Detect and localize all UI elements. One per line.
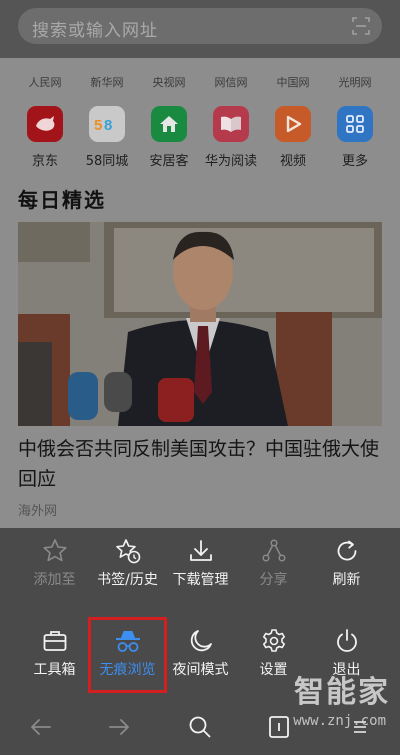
app-label: 安居客	[149, 154, 189, 169]
watermark: 智能家 www.znj.com	[267, 667, 392, 747]
address-bar-area: 搜索或输入网址	[0, 0, 400, 58]
watermark-url: www.znj.com	[293, 713, 386, 729]
download-manager-button[interactable]: 下载管理	[164, 538, 237, 590]
article-image[interactable]	[18, 222, 382, 426]
incognito-icon	[115, 631, 140, 652]
svg-text:5: 5	[94, 117, 102, 134]
grid-icon	[337, 106, 373, 142]
menu-label: 工具箱	[33, 662, 76, 678]
app-label: 华为阅读	[204, 154, 257, 169]
search-input[interactable]: 搜索或输入网址	[18, 8, 382, 44]
app-shortcuts: 京东 5 8 58同城 安居客 华为阅读 视频 更多	[0, 106, 400, 176]
add-to-button[interactable]: 添加至	[18, 538, 91, 590]
quick-link[interactable]: 中国网	[262, 74, 324, 94]
search-placeholder: 搜索或输入网址	[32, 21, 158, 41]
share-icon	[261, 539, 286, 562]
app-huawei-reading[interactable]: 华为阅读	[200, 106, 262, 176]
gear-icon	[262, 629, 285, 652]
article-headline[interactable]: 中俄会否共同反制美国攻击？中国驻俄大使回应	[18, 434, 382, 494]
menu-label: 无痕浏览	[99, 662, 156, 678]
menu-label: 添加至	[33, 572, 76, 588]
jd-dog-icon	[27, 106, 63, 142]
play-icon	[275, 106, 311, 142]
menu-label: 书签/历史	[97, 572, 158, 588]
back-arrow-icon[interactable]	[28, 714, 54, 740]
svg-text:8: 8	[104, 117, 112, 134]
app-video[interactable]: 视频	[262, 106, 324, 176]
app-58[interactable]: 5 8 58同城	[76, 106, 138, 176]
bookmark-history-icon	[115, 539, 140, 564]
night-mode-button[interactable]: 夜间模式	[164, 628, 237, 690]
quick-links: 人民网 新华网 央视网 网信网 中国网 光明网	[0, 74, 400, 94]
app-label: 视频	[279, 154, 306, 169]
toolbox-icon	[43, 631, 66, 651]
refresh-icon	[337, 540, 356, 561]
menu-row: 添加至 书签/历史 下载管理 分享 刷新	[0, 538, 400, 590]
moon-icon	[190, 630, 212, 652]
quick-link[interactable]: 央视网	[138, 74, 200, 94]
menu-label: 分享	[259, 572, 288, 588]
home-content: 人民网 新华网 央视网 网信网 中国网 光明网 京东 5 8 58同城 安居客 …	[0, 58, 400, 528]
app-more[interactable]: 更多	[324, 106, 386, 176]
menu-label: 刷新	[332, 572, 361, 588]
quick-link[interactable]: 新华网	[76, 74, 138, 94]
app-jd[interactable]: 京东	[14, 106, 76, 176]
menu-label: 下载管理	[172, 572, 229, 588]
quick-link[interactable]: 网信网	[200, 74, 262, 94]
quick-link[interactable]: 光明网	[324, 74, 386, 94]
power-icon	[336, 629, 357, 652]
house-icon	[151, 106, 187, 142]
quick-link[interactable]: 人民网	[14, 74, 76, 94]
book-icon	[213, 106, 249, 142]
app-label: 58同城	[85, 154, 129, 169]
scan-icon[interactable]	[352, 17, 370, 35]
menu-label: 夜间模式	[172, 662, 229, 678]
toolbox-button[interactable]: 工具箱	[18, 628, 91, 690]
star-icon	[42, 539, 67, 562]
watermark-text: 智能家	[294, 675, 390, 710]
app-label: 更多	[341, 154, 368, 169]
section-title: 每日精选	[18, 188, 106, 212]
app-anjuke[interactable]: 安居客	[138, 106, 200, 176]
search-icon[interactable]	[187, 714, 213, 740]
refresh-button[interactable]: 刷新	[310, 538, 383, 590]
forward-arrow-icon[interactable]	[106, 714, 132, 740]
article-source: 海外网	[18, 504, 58, 519]
download-icon	[189, 540, 212, 561]
app-label: 京东	[31, 154, 58, 169]
incognito-browsing-button[interactable]: 无痕浏览	[88, 617, 167, 693]
share-button[interactable]: 分享	[237, 538, 310, 590]
58-logo-icon: 5 8	[89, 106, 125, 142]
bookmarks-history-button[interactable]: 书签/历史	[91, 538, 164, 590]
